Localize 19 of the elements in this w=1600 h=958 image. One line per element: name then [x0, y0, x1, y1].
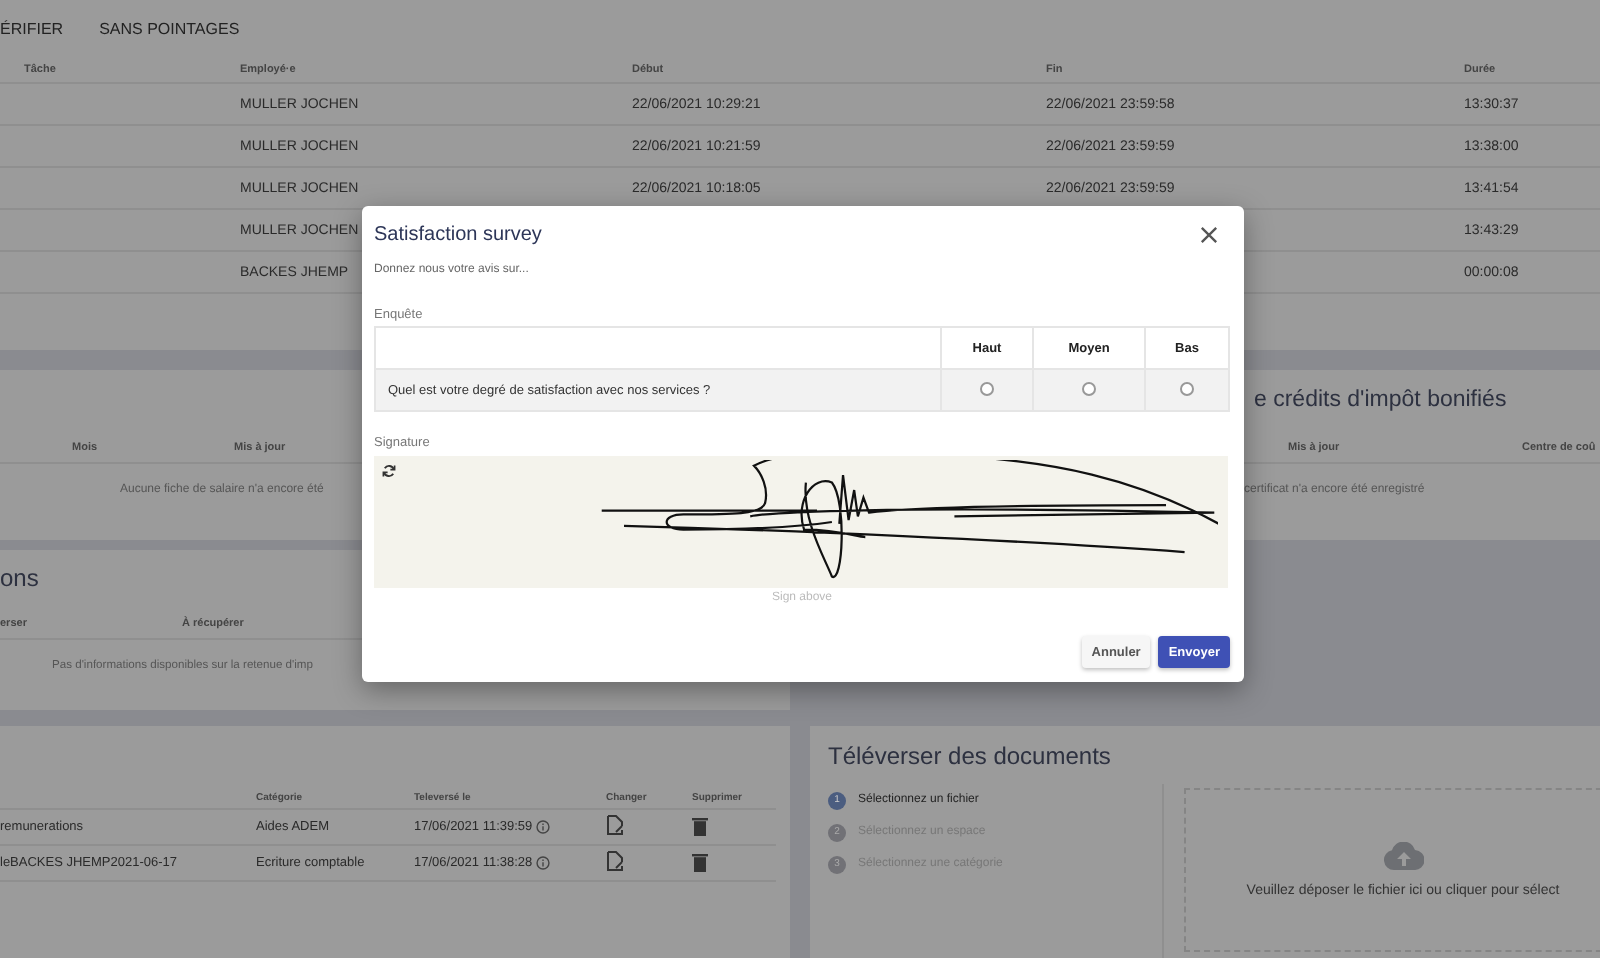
radio-button[interactable] — [1082, 382, 1096, 397]
cloud-upload-icon — [1383, 842, 1423, 870]
signature-pad[interactable] — [374, 456, 1228, 588]
trash-icon[interactable] — [692, 815, 708, 835]
panel-title: Téléverser des documents — [828, 742, 1113, 770]
panel-title: e crédits d'impôt bonifiés — [1254, 388, 1507, 416]
info-icon[interactable] — [536, 856, 551, 870]
tab[interactable]: SANS POINTAGES — [99, 19, 240, 37]
close-icon[interactable] — [1200, 226, 1218, 244]
radio-button[interactable] — [980, 382, 994, 397]
tab[interactable]: ÉRIFIER — [0, 19, 64, 37]
radio-button[interactable] — [1180, 382, 1194, 397]
panel-title: ons — [0, 562, 41, 592]
edit-file-icon[interactable] — [606, 850, 624, 872]
info-icon[interactable] — [536, 820, 551, 834]
edit-file-icon[interactable] — [606, 814, 624, 836]
dialog-title: Satisfaction survey — [374, 224, 542, 246]
refresh-icon[interactable] — [382, 464, 396, 478]
trash-icon[interactable] — [692, 851, 708, 871]
